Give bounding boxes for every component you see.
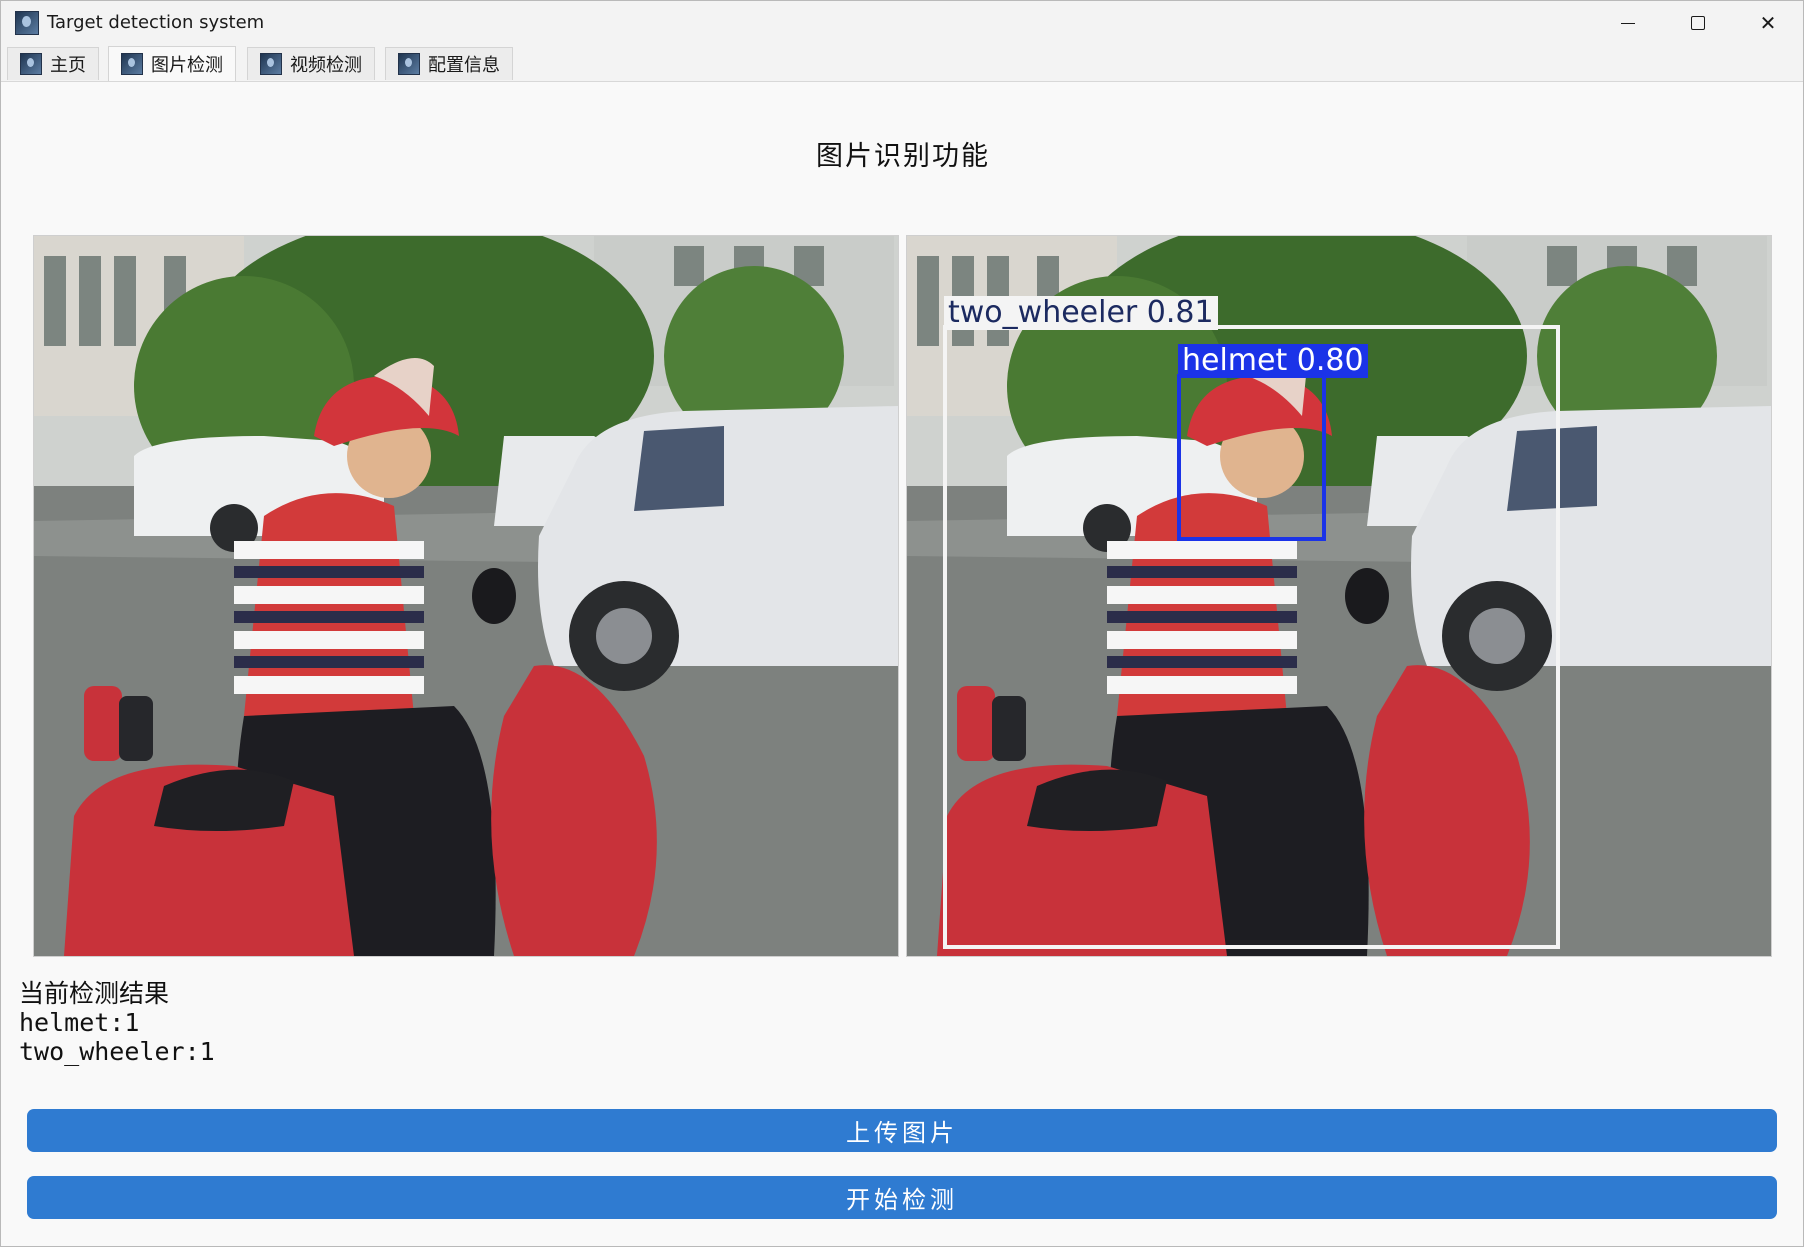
- close-icon: ✕: [1759, 11, 1777, 35]
- tab-video-detection[interactable]: 视频检测: [247, 47, 375, 80]
- tab-bar: 主页 图片检测 视频检测 配置信息: [1, 45, 1803, 82]
- window-title: Target detection system: [47, 12, 265, 33]
- page-title: 图片识别功能: [816, 141, 990, 172]
- two-wheeler-label: two_wheeler 0.81: [944, 296, 1218, 330]
- detected-image-panel: two_wheeler 0.81 helmet 0.80: [906, 235, 1772, 957]
- results-title: 当前检测结果: [19, 979, 170, 1008]
- tab-icon: [121, 53, 143, 75]
- tab-label: 图片检测: [151, 55, 223, 76]
- tab-icon: [398, 53, 420, 75]
- tab-image-detection[interactable]: 图片检测: [108, 46, 236, 81]
- tab-icon: [260, 53, 282, 75]
- minimize-icon: [1621, 22, 1635, 24]
- tab-label: 配置信息: [428, 55, 500, 76]
- upload-image-button[interactable]: 上传图片: [27, 1109, 1777, 1152]
- original-image: [34, 236, 898, 956]
- title-bar: Target detection system ✕: [1, 1, 1803, 45]
- start-detection-button[interactable]: 开始检测: [27, 1176, 1777, 1219]
- minimize-button[interactable]: [1593, 1, 1663, 45]
- tab-label: 视频检测: [290, 55, 362, 76]
- maximize-button[interactable]: [1663, 1, 1733, 45]
- tab-label: 主页: [50, 55, 86, 76]
- original-image-panel: [33, 235, 899, 957]
- result-line: helmet:1: [19, 1008, 140, 1037]
- tab-icon: [20, 53, 42, 75]
- detection-results: 当前检测结果 helmet:1 two_wheeler:1: [19, 979, 215, 1066]
- tab-config-info[interactable]: 配置信息: [385, 47, 513, 80]
- result-line: two_wheeler:1: [19, 1037, 215, 1066]
- app-icon: [15, 11, 39, 35]
- helmet-label: helmet 0.80: [1178, 344, 1368, 378]
- app-window: Target detection system ✕ 主页 图片检测 视频检测 配…: [0, 0, 1804, 1247]
- tab-home[interactable]: 主页: [7, 47, 99, 80]
- maximize-icon: [1691, 16, 1705, 30]
- close-button[interactable]: ✕: [1733, 1, 1803, 45]
